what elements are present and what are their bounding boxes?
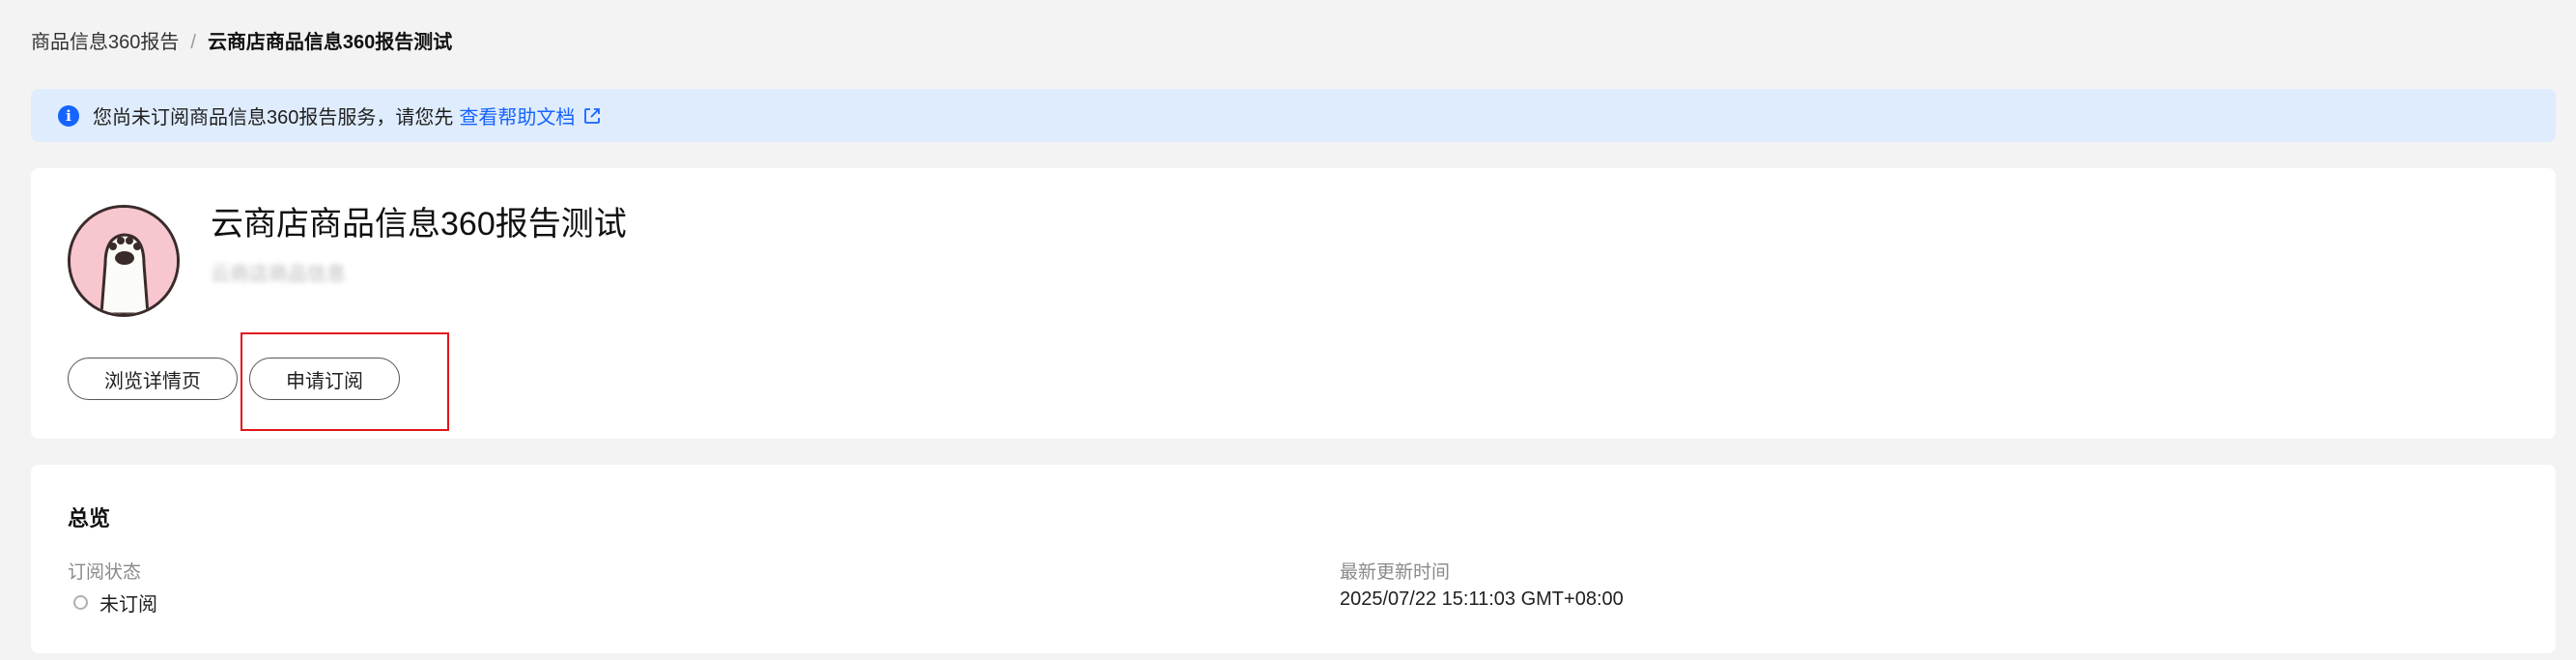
browse-detail-button[interactable]: 浏览详情页: [68, 358, 238, 400]
status-dot-icon: [73, 595, 88, 610]
info-icon: i: [58, 104, 79, 127]
subscription-status-value: 未订阅: [99, 594, 157, 616]
overview-card: 总览 订阅状态 未订阅 最新更新时间 2025/07/22 15:11:03 G…: [31, 465, 2556, 653]
subscription-status-label: 订阅状态: [68, 562, 142, 583]
product-subtitle: 云商店商品信息: [211, 264, 346, 285]
last-update-value: 2025/07/22 15:11:03 GMT+08:00: [1340, 588, 1624, 610]
breadcrumb-separator: /: [190, 32, 196, 53]
last-update-label: 最新更新时间: [1340, 562, 1451, 583]
product-title: 云商店商品信息360报告测试: [211, 206, 627, 243]
overview-title: 总览: [68, 506, 111, 531]
subscription-notice: i 您尚未订阅商品信息360报告服务，请您先 查看帮助文档: [31, 89, 2556, 142]
help-doc-link[interactable]: 查看帮助文档: [459, 101, 575, 129]
highlight-box: [241, 332, 449, 431]
notice-text: 您尚未订阅商品信息360报告服务，请您先: [93, 107, 454, 129]
subscription-status: 未订阅: [68, 588, 157, 617]
breadcrumb: 商品信息360报告 / 云商店商品信息360报告测试: [31, 29, 452, 56]
breadcrumb-parent-link[interactable]: 商品信息360报告: [31, 29, 179, 56]
product-card: 云商店商品信息360报告测试 云商店商品信息 浏览详情页 申请订阅: [31, 168, 2556, 439]
paw-avatar-icon: [68, 205, 180, 317]
external-link-icon[interactable]: [582, 106, 602, 126]
breadcrumb-current: 云商店商品信息360报告测试: [207, 32, 453, 53]
page: 商品信息360报告 / 云商店商品信息360报告测试 i 您尚未订阅商品信息36…: [0, 0, 2576, 660]
